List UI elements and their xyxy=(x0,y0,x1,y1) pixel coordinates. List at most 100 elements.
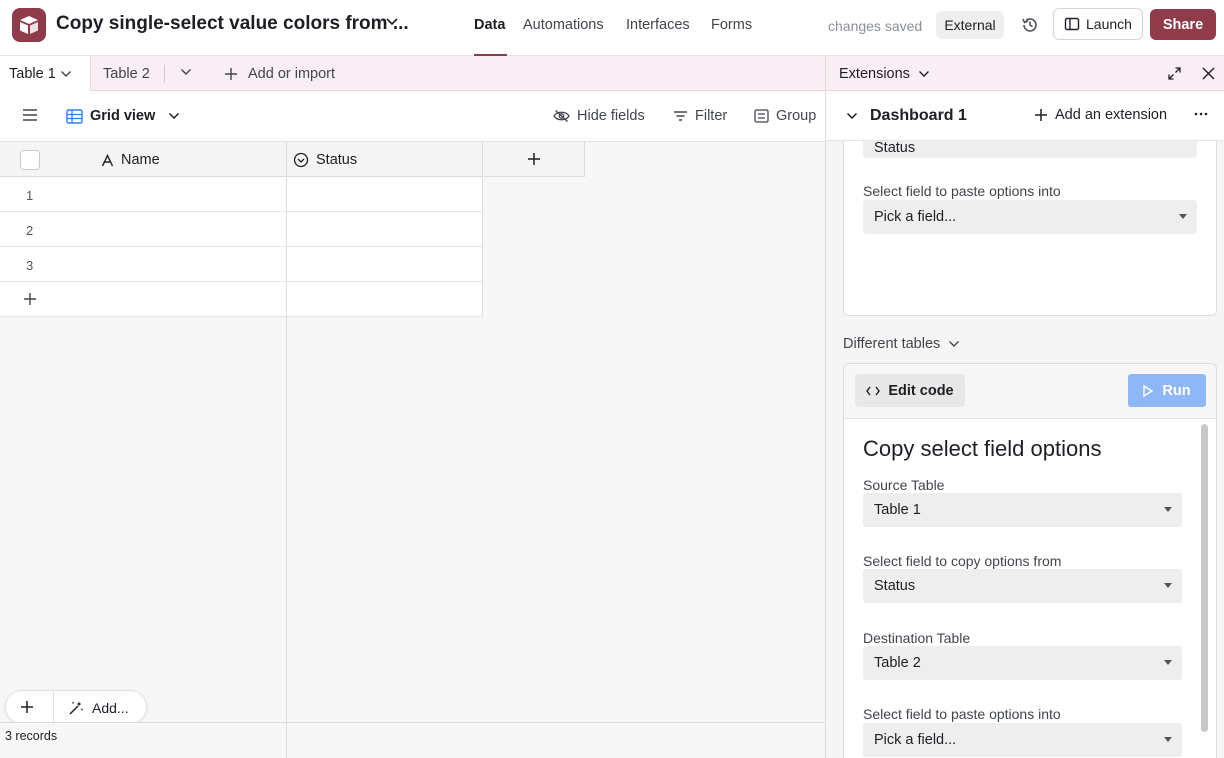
external-badge[interactable]: External xyxy=(936,11,1004,39)
filter-icon xyxy=(674,111,687,121)
save-status: changes saved xyxy=(828,18,923,34)
row-number: 3 xyxy=(26,258,34,273)
text-field-icon xyxy=(101,153,114,166)
view-switcher[interactable]: Grid view xyxy=(66,108,180,124)
edit-code-button[interactable]: Edit code xyxy=(855,374,965,407)
add-label: Add... xyxy=(92,700,129,716)
row-number: 1 xyxy=(26,188,34,203)
base-title[interactable]: Copy single-select value colors from ... xyxy=(56,13,409,35)
plus-icon xyxy=(24,293,36,305)
column-header-status[interactable]: Status xyxy=(287,142,483,177)
select-value: Status xyxy=(874,578,916,594)
hide-fields-label: Hide fields xyxy=(577,108,645,124)
add-or-import-button[interactable]: Add or import xyxy=(224,66,335,82)
column-header-name[interactable]: Name xyxy=(92,142,286,177)
nav-tab-automations[interactable]: Automations xyxy=(523,17,604,33)
top-bar: Copy single-select value colors from ...… xyxy=(0,0,1224,56)
add-record-button[interactable] xyxy=(20,700,34,714)
nav-tab-forms[interactable]: Forms xyxy=(711,17,752,33)
chevron-down-icon xyxy=(169,112,180,120)
section-toggle[interactable]: Different tables xyxy=(843,336,960,352)
tab-divider xyxy=(164,65,165,83)
source-table-select[interactable]: Table 1 xyxy=(863,493,1182,527)
record-count: 3 records xyxy=(5,729,58,743)
single-select-icon xyxy=(293,152,309,168)
tab-label: Table 1 xyxy=(9,65,56,82)
caret-down-icon xyxy=(1179,214,1187,219)
paste-into-select[interactable]: Pick a field... xyxy=(863,723,1182,757)
run-button[interactable]: Run xyxy=(1128,374,1206,407)
select-all-checkbox[interactable] xyxy=(20,150,40,170)
field-select[interactable]: Status xyxy=(863,141,1197,158)
filter-label: Filter xyxy=(695,108,728,124)
expand-icon[interactable] xyxy=(1168,67,1181,80)
filter-button[interactable]: Filter xyxy=(673,108,727,124)
destination-table-select[interactable]: Table 2 xyxy=(863,646,1182,680)
chevron-down-icon[interactable] xyxy=(386,18,398,26)
name-cell[interactable] xyxy=(92,177,286,212)
add-row-cell[interactable] xyxy=(287,282,483,317)
add-extension-button[interactable]: Add an extension xyxy=(1034,107,1167,123)
status-cell[interactable] xyxy=(287,177,483,212)
dashboard-bar: Dashboard 1 Add an extension xyxy=(826,91,1224,141)
view-bar: Grid view Hide fields Filter Group xyxy=(0,91,826,142)
name-cell[interactable] xyxy=(92,212,286,247)
history-icon[interactable] xyxy=(1020,15,1040,35)
status-cell[interactable] xyxy=(287,212,483,247)
group-icon xyxy=(754,109,769,123)
magic-wand-icon xyxy=(69,701,84,715)
scrollbar[interactable] xyxy=(1201,424,1208,732)
base-logo-icon[interactable] xyxy=(12,8,46,42)
group-label: Group xyxy=(776,108,817,124)
copy-from-select[interactable]: Status xyxy=(863,569,1182,603)
chevron-down-icon xyxy=(918,71,929,77)
extensions-header: Extensions xyxy=(826,56,1224,91)
row-number-cell: 3 xyxy=(0,247,92,282)
summary-bar: 3 records xyxy=(0,722,826,758)
add-with-ai-button[interactable]: Add... xyxy=(68,700,129,716)
extensions-title: Extensions xyxy=(839,66,910,82)
extension-heading: Copy select field options xyxy=(863,436,1102,461)
launch-button[interactable]: Launch xyxy=(1053,8,1143,40)
hide-fields-button[interactable]: Hide fields xyxy=(553,108,645,124)
bottom-add-controls: Add... xyxy=(5,690,147,724)
dashboard-name: Dashboard 1 xyxy=(870,107,967,124)
grid-icon xyxy=(66,108,83,124)
launch-icon xyxy=(1064,17,1080,31)
group-button[interactable]: Group xyxy=(754,108,816,124)
extensions-panel: Extensions Dashboard 1 Add an extension … xyxy=(825,56,1224,758)
row-number-cell: 1 xyxy=(0,177,92,212)
tab-table-2[interactable]: Table 2 xyxy=(103,66,150,82)
view-name: Grid view xyxy=(90,108,156,124)
column-status-label: Status xyxy=(316,152,358,168)
tab-table-1[interactable]: Table 1 xyxy=(0,56,91,91)
add-or-import-label: Add or import xyxy=(248,66,336,82)
add-row-cell[interactable] xyxy=(0,282,286,317)
play-icon xyxy=(1143,384,1154,397)
paste-field-select[interactable]: Pick a field... xyxy=(863,200,1197,234)
status-cell[interactable] xyxy=(287,247,483,282)
extension-toolbar: Edit code Run xyxy=(844,364,1216,419)
grid-area: Name Status 1 2 3 xyxy=(0,142,826,758)
name-cell[interactable] xyxy=(92,247,286,282)
select-value: Status xyxy=(874,141,916,156)
divider xyxy=(53,691,54,724)
add-field-button[interactable] xyxy=(484,142,585,177)
chevron-down-icon[interactable] xyxy=(180,68,192,76)
caret-down-icon xyxy=(1164,507,1172,512)
extensions-menu[interactable]: Extensions xyxy=(839,66,930,82)
share-button[interactable]: Share xyxy=(1150,9,1216,40)
nav-tab-data[interactable]: Data xyxy=(474,17,505,33)
add-extension-label: Add an extension xyxy=(1055,107,1168,123)
nav-tab-interfaces[interactable]: Interfaces xyxy=(626,17,690,33)
close-icon[interactable] xyxy=(1202,67,1215,80)
plus-icon xyxy=(528,153,540,165)
menu-icon[interactable] xyxy=(22,108,38,122)
dashboard-selector[interactable]: Dashboard 1 xyxy=(846,107,967,125)
more-options-icon[interactable] xyxy=(1194,107,1208,121)
plus-icon xyxy=(1035,109,1047,121)
code-icon xyxy=(866,386,881,395)
select-value: Pick a field... xyxy=(874,209,957,225)
caret-down-icon xyxy=(1164,660,1172,665)
chevron-down-icon xyxy=(60,70,71,77)
